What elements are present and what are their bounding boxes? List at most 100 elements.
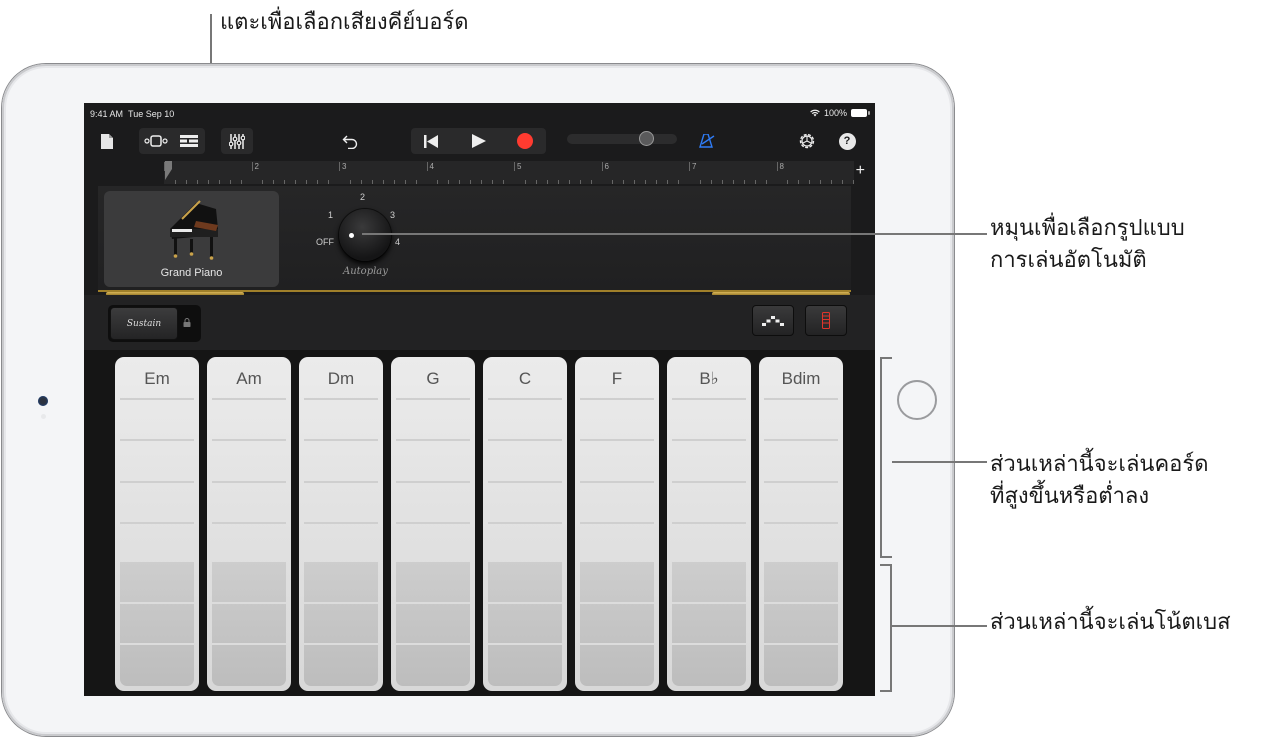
ruler-tick: [765, 180, 767, 184]
bass-zone-divider: [488, 643, 562, 645]
chord-strip[interactable]: Em: [115, 357, 199, 691]
metronome-icon: [699, 134, 715, 148]
callout-chords-line1: ส่วนเหล่านี้จะเล่นคอร์ด: [990, 451, 1209, 476]
bass-note-zone[interactable]: [580, 562, 654, 686]
chord-strip[interactable]: F: [575, 357, 659, 691]
ruler-tick: [579, 180, 581, 184]
chord-zone-divider: [120, 522, 194, 524]
ruler-bar-3: 3: [339, 162, 346, 171]
ruler-tick: [262, 180, 264, 184]
autoplay-knob[interactable]: [339, 209, 391, 261]
playhead[interactable]: [164, 161, 174, 181]
chord-strip[interactable]: Am: [207, 357, 291, 691]
mixer-button[interactable]: [221, 128, 253, 154]
ruler-tick: [842, 180, 844, 184]
chord-strips: Em Am Dm G C F B♭ Bdim: [84, 350, 875, 696]
ruler-tick: [732, 180, 734, 184]
front-camera: [38, 396, 48, 406]
callout-line-autoplay: [362, 233, 987, 235]
bass-zone-divider: [212, 602, 286, 604]
bracket-chords-top: [880, 357, 892, 359]
chord-strip[interactable]: B♭: [667, 357, 751, 691]
bass-note-zone[interactable]: [212, 562, 286, 686]
chord-zone-divider: [396, 439, 470, 441]
record-icon: [516, 133, 533, 149]
add-section-button[interactable]: +: [856, 163, 865, 179]
ruler-tick: [820, 180, 822, 184]
keyboard-view-button[interactable]: [172, 128, 205, 154]
bracket-bass-bottom: [880, 690, 892, 692]
undo-button[interactable]: [338, 130, 362, 152]
bass-zone-divider: [120, 643, 194, 645]
play-button[interactable]: [456, 128, 501, 154]
go-to-beginning-button[interactable]: [411, 128, 451, 154]
arpeggiator-icon: [762, 315, 784, 326]
chord-strip[interactable]: Bdim: [759, 357, 843, 691]
ruler-tick: [415, 180, 417, 184]
lock-icon[interactable]: [183, 318, 191, 327]
arpeggiator-button[interactable]: [752, 305, 794, 336]
tracks-view-button[interactable]: [139, 128, 172, 154]
document-button[interactable]: [98, 132, 116, 150]
timeline-ruler[interactable]: 12345678: [164, 161, 855, 184]
ruler-tick: [185, 180, 187, 184]
chord-strip[interactable]: C: [483, 357, 567, 691]
view-toggle-group: [139, 128, 205, 154]
bass-zone-divider: [212, 643, 286, 645]
record-button[interactable]: [503, 128, 546, 154]
metronome-button[interactable]: [696, 130, 718, 152]
chord-zone-divider: [672, 398, 746, 400]
ruler-tick: [382, 180, 384, 184]
help-button[interactable]: ?: [837, 131, 857, 151]
bass-zone-divider: [396, 643, 470, 645]
ruler-tick: [787, 180, 789, 184]
status-time: 9:41 AM Tue Sep 10: [90, 109, 175, 119]
ruler-tick: [404, 180, 406, 184]
chord-label: C: [518, 369, 532, 388]
bass-note-zone[interactable]: [120, 562, 194, 686]
ruler-tick: [645, 180, 647, 184]
ruler-tick: [207, 180, 209, 184]
autoplay-label-4: 4: [395, 237, 401, 247]
ruler-tick: [721, 180, 723, 184]
sustain-button[interactable]: Sustain: [110, 307, 178, 340]
chord-strip[interactable]: G: [391, 357, 475, 691]
bass-note-zone[interactable]: [396, 562, 470, 686]
callout-autoplay: หมุนเพื่อเลือกรูปแบบ การเล่นอัตโนมัติ: [990, 212, 1185, 276]
ruler-tick: [218, 180, 220, 184]
autoplay-label-2: 2: [360, 192, 366, 202]
ruler-tick: [284, 180, 286, 184]
chord-zone-divider: [212, 481, 286, 483]
chord-strips-button[interactable]: [805, 305, 847, 336]
ruler-tick: [557, 180, 559, 184]
ruler-tick: [798, 180, 800, 184]
bass-zone-divider: [672, 602, 746, 604]
settings-button[interactable]: [796, 130, 818, 152]
chord-zone-divider: [212, 439, 286, 441]
tracks-view-icon: [143, 135, 168, 147]
bass-note-zone[interactable]: [764, 562, 838, 686]
chord-strip[interactable]: Dm: [299, 357, 383, 691]
ruler-tick: [568, 180, 570, 184]
bracket-chords-bottom: [880, 556, 892, 558]
bass-zone-divider: [580, 643, 654, 645]
bass-zone-divider: [672, 643, 746, 645]
ruler-tick: [448, 180, 450, 184]
volume-slider-thumb[interactable]: [639, 131, 654, 146]
chord-zone-divider: [672, 439, 746, 441]
autoplay-label-off: OFF: [316, 237, 334, 247]
callout-chords: ส่วนเหล่านี้จะเล่นคอร์ด ที่สูงขึ้นหรือต่…: [990, 448, 1209, 512]
bass-note-zone[interactable]: [672, 562, 746, 686]
callout-bass: ส่วนเหล่านี้จะเล่นโน้ตเบส: [990, 609, 1231, 634]
home-button[interactable]: [897, 380, 937, 420]
master-volume-slider[interactable]: [567, 131, 677, 146]
bass-note-zone[interactable]: [488, 562, 562, 686]
chord-zone-divider: [396, 481, 470, 483]
chord-zone-divider: [488, 481, 562, 483]
instrument-selector[interactable]: Grand Piano: [104, 191, 279, 287]
ruler-tick: [809, 180, 811, 184]
callout-line-chords: [892, 461, 987, 463]
ruler-tick: [470, 180, 472, 184]
garageband-screen: 9:41 AM Tue Sep 10 100% ? 2 3 4 5 6 7 8 …: [84, 103, 875, 696]
bass-note-zone[interactable]: [304, 562, 378, 686]
